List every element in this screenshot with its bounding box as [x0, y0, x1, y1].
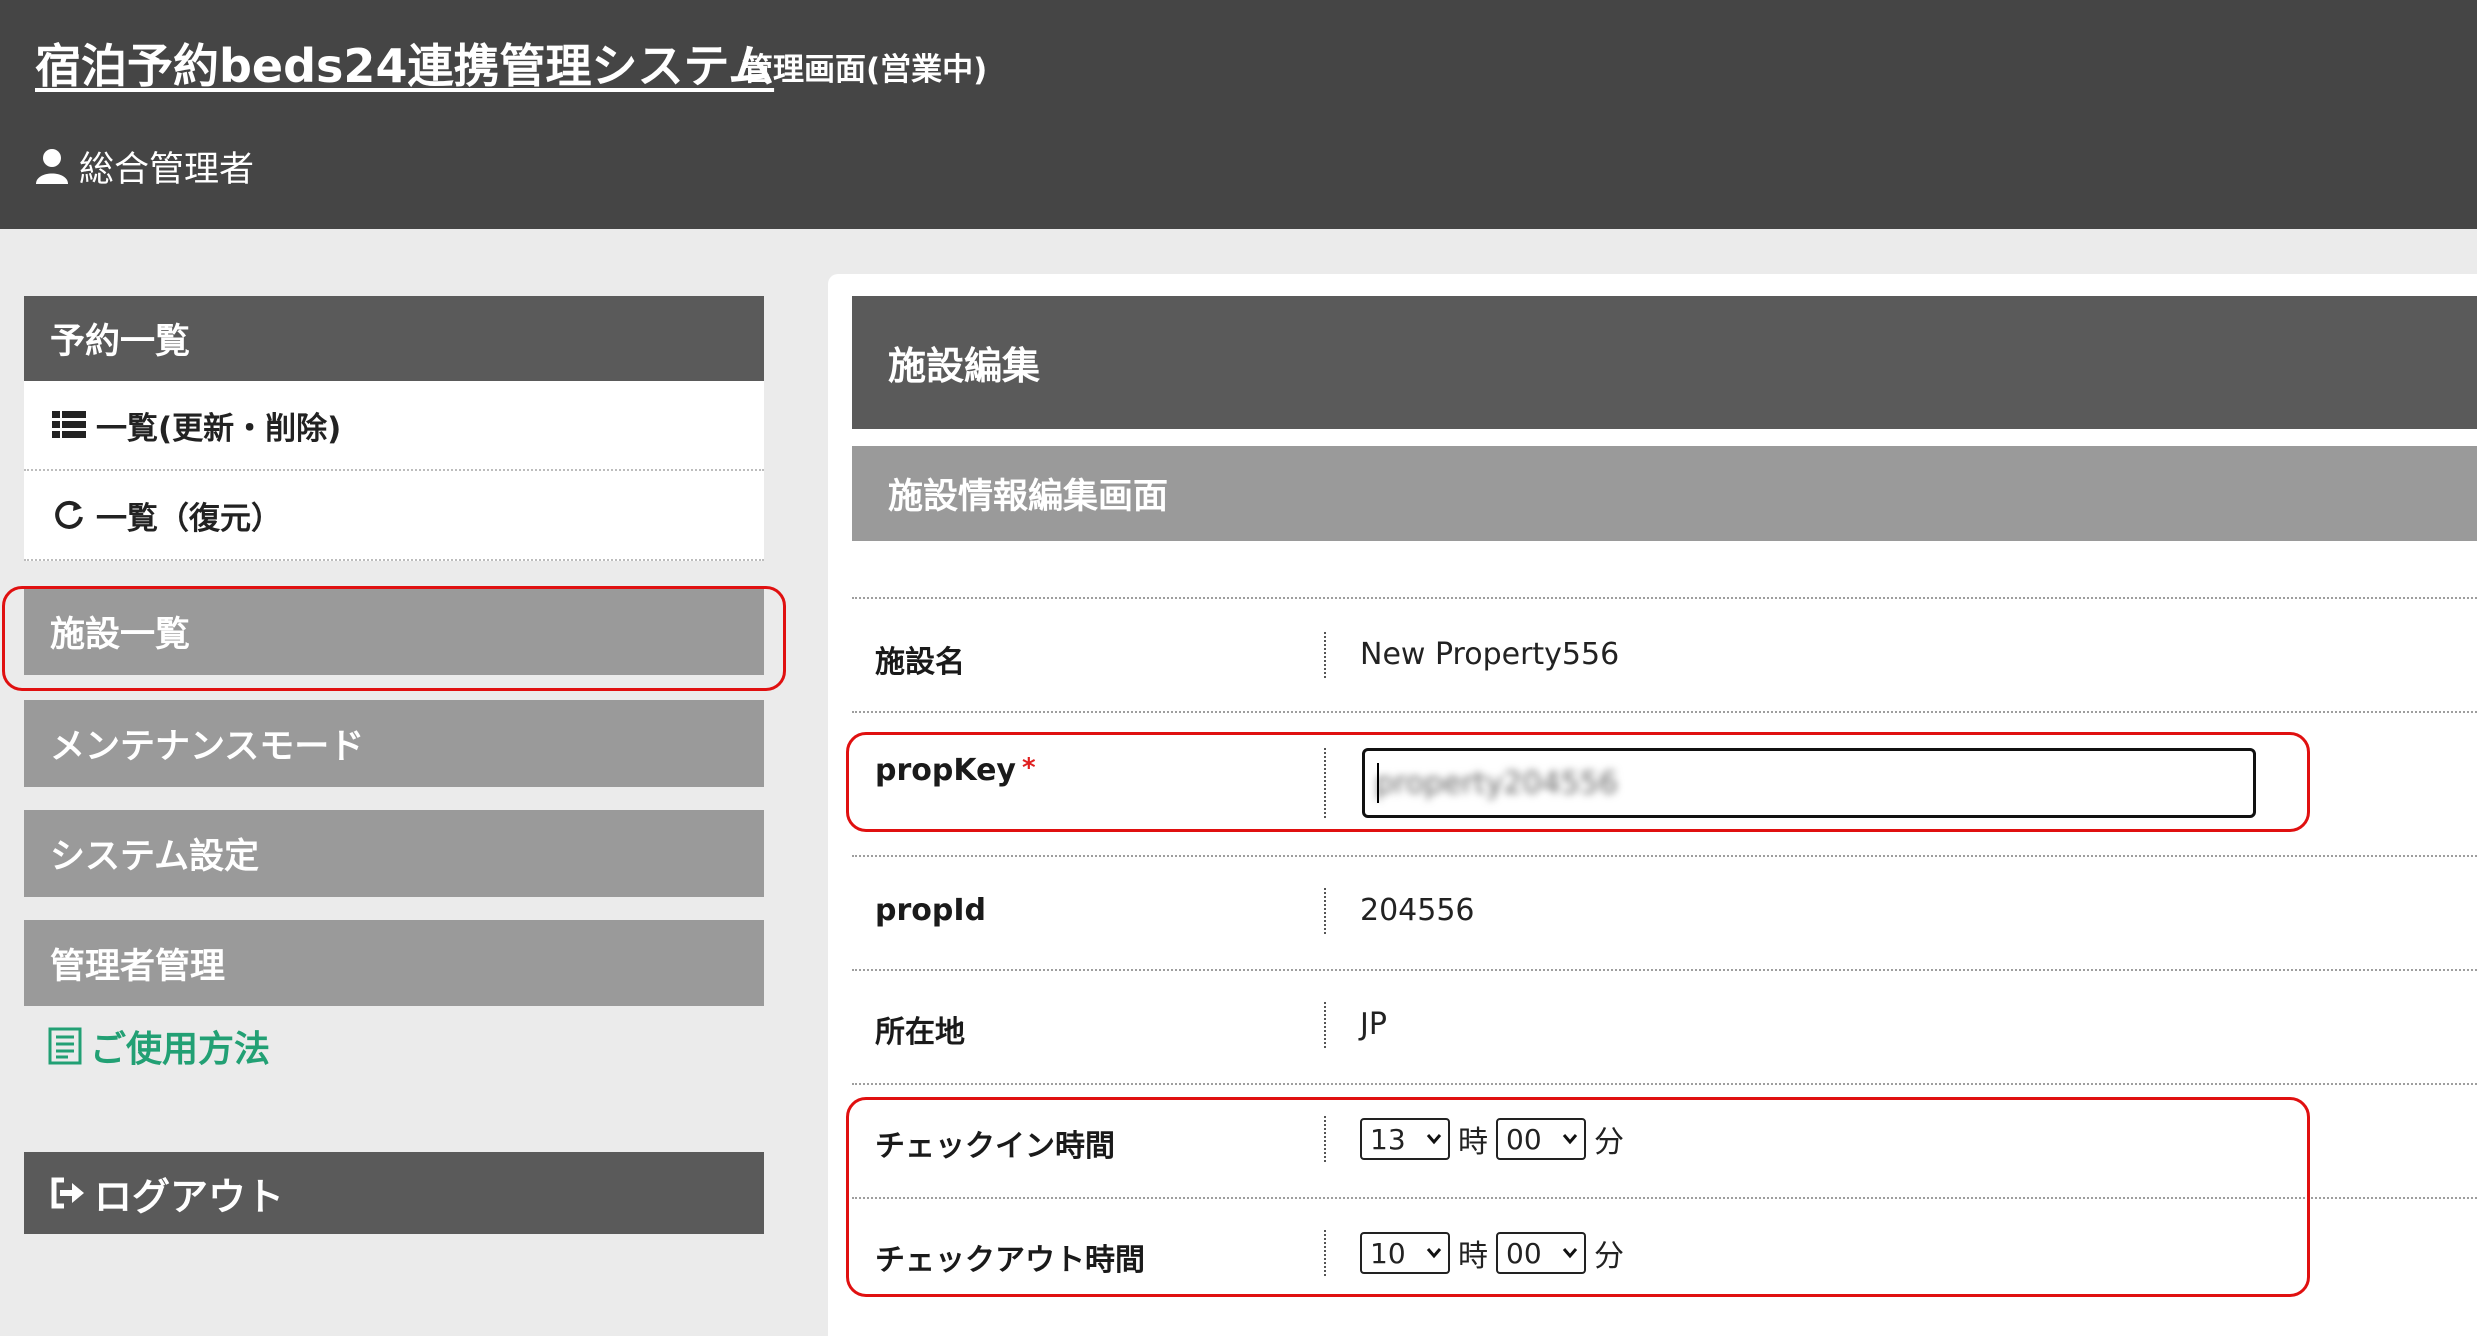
row-divider — [852, 1197, 2477, 1199]
user-icon — [36, 149, 68, 184]
select-value: 10 — [1370, 1236, 1406, 1270]
app-subtitle: 管理画面(営業中) — [742, 52, 988, 88]
minute-unit: 分 — [1594, 1239, 1624, 1274]
sidebar-item-reservation-list[interactable]: 一覧(更新・削除) — [24, 381, 764, 471]
propkey-label-text: propKey — [875, 753, 1016, 788]
user-name: 総合管理者 — [79, 149, 255, 190]
propkey-label: propKey * — [875, 753, 1036, 788]
refresh-icon — [55, 500, 83, 529]
document-icon — [48, 1027, 82, 1065]
checkout-minute-select[interactable]: 00 — [1496, 1232, 1586, 1274]
checkout-hour-select[interactable]: 10 — [1360, 1232, 1450, 1274]
logout-icon — [51, 1177, 84, 1209]
text-caret — [1377, 763, 1379, 803]
sidebar-item-label: 施設一覧 — [50, 615, 191, 655]
logout-button[interactable]: ログアウト — [24, 1152, 764, 1234]
column-divider — [1324, 1230, 1326, 1276]
location-value: JP — [1360, 1007, 1387, 1042]
required-mark: * — [1021, 753, 1036, 783]
row-divider — [852, 855, 2477, 857]
column-divider — [1324, 748, 1326, 818]
chevron-down-icon — [1426, 1248, 1442, 1259]
sidebar-item-label: 一覧(更新・削除) — [96, 410, 342, 447]
chevron-down-icon — [1562, 1134, 1578, 1145]
column-divider — [1324, 1002, 1326, 1048]
row-divider — [852, 1083, 2477, 1085]
select-value: 00 — [1506, 1122, 1542, 1156]
row-divider — [852, 969, 2477, 971]
propid-value: 204556 — [1360, 893, 1475, 928]
checkout-time-control: 10 時 00 分 — [1360, 1231, 1624, 1275]
sidebar-item-facility-list[interactable]: 施設一覧 — [24, 588, 764, 675]
row-divider — [852, 711, 2477, 713]
sidebar-item-maintenance-mode[interactable]: メンテナンスモード — [24, 700, 764, 787]
chevron-down-icon — [1562, 1248, 1578, 1259]
sidebar-item-label: システム設定 — [50, 837, 259, 877]
sidebar-item-label: メンテナンスモード — [50, 727, 365, 767]
facility-name-value: New Property556 — [1360, 637, 1620, 672]
current-user: 総合管理者 — [35, 143, 255, 190]
propkey-input-value: property204556 — [1375, 765, 1618, 801]
sidebar-reservations-header[interactable]: 予約一覧 — [24, 296, 764, 381]
sidebar-item-reservation-restore[interactable]: 一覧（復元） — [24, 471, 764, 561]
logout-label: ログアウト — [94, 1174, 285, 1219]
propkey-input[interactable]: property204556 — [1362, 748, 2256, 818]
list-icon — [52, 411, 86, 438]
row-divider — [852, 597, 2477, 599]
location-label: 所在地 — [875, 1015, 965, 1050]
page-subtitle: 施設情報編集画面 — [852, 446, 2477, 541]
sidebar-item-label: 一覧（復元） — [96, 500, 282, 537]
chevron-down-icon — [1426, 1134, 1442, 1145]
top-header: 宿泊予約beds24連携管理システム 管理画面(営業中) 総合管理者 — [0, 0, 2477, 229]
hour-unit: 時 — [1458, 1125, 1488, 1160]
sidebar-item-system-settings[interactable]: システム設定 — [24, 810, 764, 897]
page-title: 施設編集 — [852, 296, 2477, 429]
checkout-label: チェックアウト時間 — [875, 1243, 1145, 1278]
checkin-hour-select[interactable]: 13 — [1360, 1118, 1450, 1160]
sidebar-item-admin-management[interactable]: 管理者管理 — [24, 920, 764, 1006]
checkin-label: チェックイン時間 — [875, 1129, 1115, 1164]
sidebar-item-label: 管理者管理 — [50, 946, 226, 987]
column-divider — [1324, 888, 1326, 934]
app-title-link[interactable]: 宿泊予約beds24連携管理システム — [35, 30, 774, 96]
select-value: 13 — [1370, 1122, 1406, 1156]
select-value: 00 — [1506, 1236, 1542, 1270]
column-divider — [1324, 1116, 1326, 1162]
checkin-minute-select[interactable]: 00 — [1496, 1118, 1586, 1160]
sidebar-reservations-label: 予約一覧 — [50, 322, 191, 362]
help-link-label: ご使用方法 — [90, 1029, 271, 1070]
facility-name-label: 施設名 — [875, 645, 965, 680]
hour-unit: 時 — [1458, 1239, 1488, 1274]
propid-label: propId — [875, 893, 986, 928]
column-divider — [1324, 632, 1326, 678]
checkin-time-control: 13 時 00 分 — [1360, 1117, 1624, 1161]
help-link[interactable]: ご使用方法 — [48, 1022, 270, 1070]
minute-unit: 分 — [1594, 1125, 1624, 1160]
